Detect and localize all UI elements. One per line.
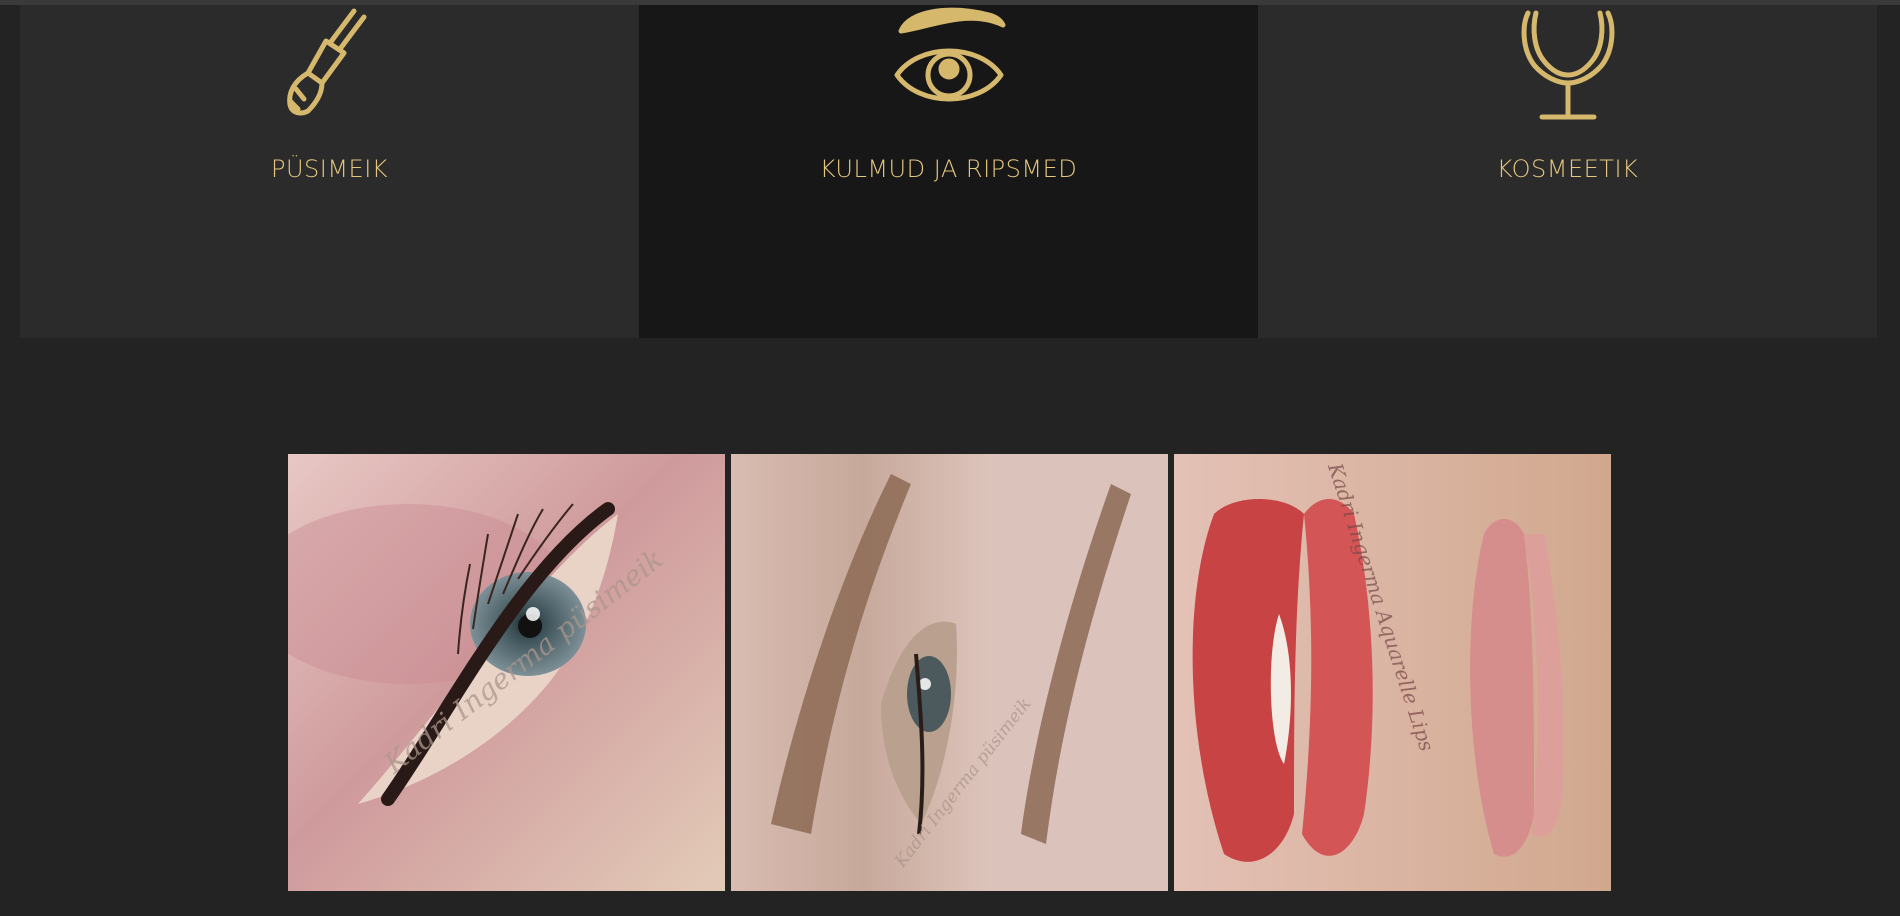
mirror-icon	[1498, 5, 1638, 130]
service-label: PÜSIMEIK	[270, 155, 389, 183]
makeup-brush-icon	[260, 5, 400, 130]
service-card-pusimeik[interactable]: PÜSIMEIK	[20, 5, 639, 338]
service-card-kulmud-ja-ripsmed[interactable]: KULMUD JA RIPSMED	[639, 5, 1258, 338]
service-card-kosmeetik[interactable]: KOSMEETIK	[1258, 5, 1877, 338]
gallery-photo-eyeliner[interactable]: Kadri Ingerma püsimeik	[288, 454, 725, 891]
service-label: KOSMEETIK	[1496, 155, 1639, 183]
service-label: KULMUD JA RIPSMED	[819, 155, 1078, 183]
gallery: Kadri Ingerma püsimeik Kadri Ingerma püs…	[288, 454, 1611, 891]
gallery-photo-eyebrows[interactable]: Kadri Ingerma püsimeik	[731, 454, 1168, 891]
gallery-photo-lips[interactable]: Kadri Ingerma Aquarelle Lips	[1174, 454, 1611, 891]
eye-with-brow-icon	[879, 5, 1019, 130]
services-row: PÜSIMEIK KULMUD JA RIPSMED KOSMEETIK	[20, 5, 1879, 338]
